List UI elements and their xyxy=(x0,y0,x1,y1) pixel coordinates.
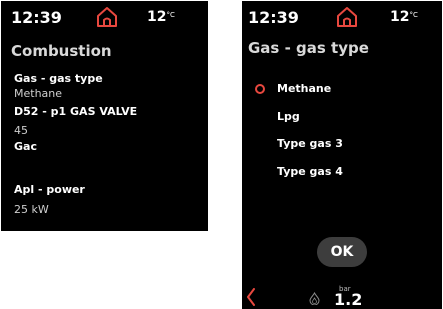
temperature-unit: °C xyxy=(409,11,418,19)
param-value-gas-type: Methane xyxy=(14,87,63,100)
page-title: Gas - gas type xyxy=(248,39,369,57)
gas-type-screen: 12:39 12°C Gas - gas type Methane Lpg Ty… xyxy=(242,1,442,309)
combustion-screen: 12:39 12°C Combustion Gas - gas type Met… xyxy=(1,1,208,231)
option-lpg[interactable]: Lpg xyxy=(277,110,300,123)
param-value-gas-valve: 45 xyxy=(14,124,28,137)
page-title: Combustion xyxy=(11,42,112,60)
home-icon[interactable] xyxy=(335,5,359,29)
param-value-power: 25 kW xyxy=(14,203,49,216)
pressure-value: 1.2 xyxy=(334,290,363,309)
clock-time: 12:39 xyxy=(248,8,299,27)
outdoor-temperature: 12°C xyxy=(147,9,175,25)
param-label-gas-type[interactable]: Gas - gas type xyxy=(14,72,103,85)
home-icon[interactable] xyxy=(95,5,119,29)
param-label-gac[interactable]: Gac xyxy=(14,140,37,153)
ok-button[interactable]: OK xyxy=(317,237,367,267)
option-type-gas-4[interactable]: Type gas 4 xyxy=(277,165,343,178)
temperature-unit: °C xyxy=(166,11,175,19)
option-methane[interactable]: Methane xyxy=(277,82,331,95)
temperature-value: 12 xyxy=(390,9,410,25)
param-label-gas-valve[interactable]: D52 - p1 GAS VALVE xyxy=(14,105,137,118)
param-label-power[interactable]: Apl - power xyxy=(14,183,85,196)
clock-time: 12:39 xyxy=(11,8,62,27)
temperature-value: 12 xyxy=(147,9,167,25)
option-type-gas-3[interactable]: Type gas 3 xyxy=(277,137,343,150)
flame-icon xyxy=(309,292,320,305)
chevron-left-icon[interactable] xyxy=(246,288,256,306)
selected-radio-icon xyxy=(255,84,265,94)
bottom-bar: bar 1.2 xyxy=(242,284,442,309)
outdoor-temperature: 12°C xyxy=(390,9,418,25)
